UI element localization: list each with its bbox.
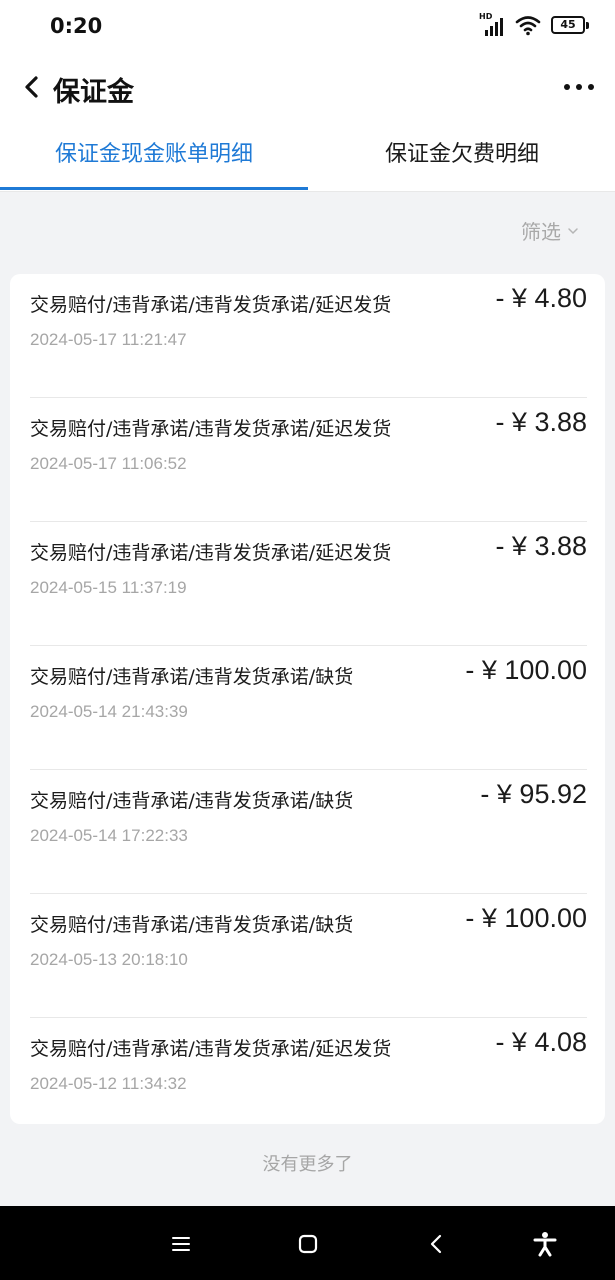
system-navigation-bar [0,1206,615,1280]
transaction-title: 交易赔付/违背承诺/违背发货承诺/缺货 [30,666,354,688]
accessibility-icon[interactable] [531,1230,559,1258]
transaction-title: 交易赔付/违背承诺/违背发货承诺/缺货 [30,790,354,812]
transaction-amount: - ¥ 3.88 [495,531,587,561]
status-bar: 0:20 HD 45 [0,0,615,54]
tab-cash-bill-details[interactable]: 保证金现金账单明细 [0,124,308,190]
transaction-title: 交易赔付/违背承诺/违背发货承诺/延迟发货 [30,542,392,564]
more-horizontal-icon[interactable] [563,75,595,99]
transaction-amount: - ¥ 4.80 [495,283,587,313]
page-title: 保证金 [53,77,134,108]
list-item[interactable]: 交易赔付/违背承诺/违背发货承诺/缺货 2024-05-14 21:43:39 … [30,646,587,770]
transaction-time: 2024-05-14 21:43:39 [30,702,188,721]
wifi-icon [515,16,541,36]
top-area: 0:20 HD 45 保证金 保证金现金账单明细 保证金欠费明细 [0,0,615,192]
transaction-amount: - ¥ 100.00 [465,655,587,685]
filter-button[interactable]: 筛选 [521,216,579,245]
status-time: 0:20 [50,14,103,38]
list-item[interactable]: 交易赔付/违背承诺/违背发货承诺/缺货 2024-05-13 20:18:10 … [30,894,587,1018]
transaction-title: 交易赔付/违背承诺/违背发货承诺/延迟发货 [30,294,392,316]
navigation-bar: 保证金 [0,60,615,114]
transaction-time: 2024-05-17 11:06:52 [30,454,187,473]
chevron-down-icon [568,227,578,234]
chevron-left-icon[interactable] [20,73,44,101]
list-item[interactable]: 交易赔付/违背承诺/违背发货承诺/延迟发货 2024-05-12 11:34:3… [30,1018,587,1124]
signal-icon: HD [479,12,505,36]
home-square-icon[interactable] [294,1230,322,1258]
status-icons: HD 45 [479,12,589,36]
back-triangle-icon[interactable] [423,1230,451,1258]
battery-icon: 45 [551,16,589,34]
list-item[interactable]: 交易赔付/违背承诺/违背发货承诺/延迟发货 2024-05-17 11:21:4… [30,274,587,398]
transaction-time: 2024-05-17 11:21:47 [30,330,187,349]
transaction-time: 2024-05-12 11:34:32 [30,1074,187,1093]
battery-level: 45 [551,16,585,34]
transaction-amount: - ¥ 4.08 [495,1027,587,1057]
list-item[interactable]: 交易赔付/违背承诺/违背发货承诺/延迟发货 2024-05-15 11:37:1… [30,522,587,646]
transaction-time: 2024-05-14 17:22:33 [30,826,188,845]
transaction-title: 交易赔付/违背承诺/违背发货承诺/延迟发货 [30,1038,392,1060]
no-more-text: 没有更多了 [262,1154,353,1175]
transaction-time: 2024-05-13 20:18:10 [30,950,188,969]
transaction-amount: - ¥ 3.88 [495,407,587,437]
filter-label: 筛选 [521,220,561,244]
transaction-amount: - ¥ 95.92 [480,779,587,809]
tab-arrears-details[interactable]: 保证金欠费明细 [308,124,615,190]
menu-icon[interactable] [167,1230,195,1258]
transaction-title: 交易赔付/违背承诺/违背发货承诺/延迟发货 [30,418,392,440]
transaction-list: 交易赔付/违背承诺/违背发货承诺/延迟发货 2024-05-17 11:21:4… [10,274,605,1124]
list-item[interactable]: 交易赔付/违背承诺/违背发货承诺/延迟发货 2024-05-17 11:06:5… [30,398,587,522]
transaction-time: 2024-05-15 11:37:19 [30,578,187,597]
transaction-title: 交易赔付/违背承诺/违背发货承诺/缺货 [30,914,354,936]
list-item[interactable]: 交易赔付/违背承诺/违背发货承诺/缺货 2024-05-14 17:22:33 … [30,770,587,894]
tab-bar: 保证金现金账单明细 保证金欠费明细 [0,124,615,192]
transaction-amount: - ¥ 100.00 [465,903,587,933]
